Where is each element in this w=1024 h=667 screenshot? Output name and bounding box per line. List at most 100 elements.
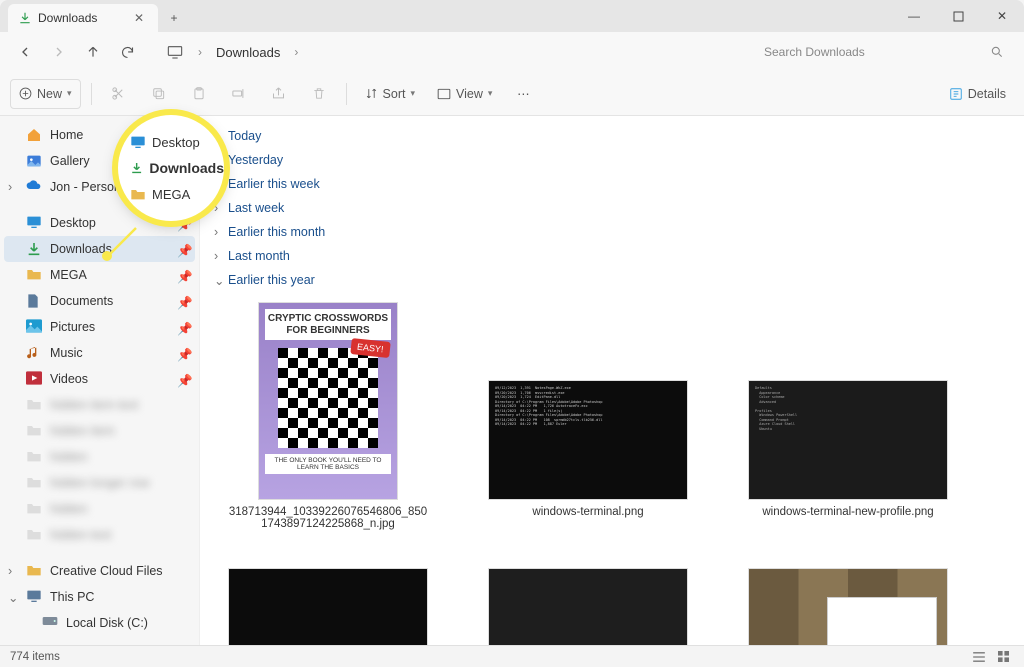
file-thumbnail: 09/12/2023 1,391 NotesPage.WkZ.exe 09/20…: [488, 380, 688, 500]
sidebar-item-hidden[interactable]: hidden text: [4, 522, 195, 548]
folder-icon: [26, 563, 42, 579]
cloud-icon: [26, 179, 42, 195]
tabs: Downloads ✕ +: [0, 0, 188, 32]
copy-button[interactable]: [142, 79, 176, 109]
sidebar-item-hidden[interactable]: hidden item: [4, 418, 195, 444]
file-item[interactable]: [488, 568, 688, 645]
group-label: Earlier this year: [228, 273, 315, 287]
callout-label: MEGA: [152, 187, 190, 202]
close-button[interactable]: ✕: [980, 0, 1024, 32]
annotation-callout: Desktop Downloads MEGA: [118, 115, 224, 221]
sidebar-item-this-pc[interactable]: ⌄ This PC: [4, 584, 195, 610]
home-icon: [26, 127, 42, 143]
group-yesterday[interactable]: ›Yesterday: [214, 148, 1010, 172]
group-label: Last month: [228, 249, 290, 263]
pin-icon: 📌: [177, 296, 187, 306]
paste-button[interactable]: [182, 79, 216, 109]
file-item[interactable]: [228, 568, 428, 645]
group-earlier-month[interactable]: › Earlier this month: [214, 220, 1010, 244]
sidebar-item-documents[interactable]: Documents 📌: [4, 288, 195, 314]
sidebar-item-label: This PC: [50, 590, 187, 604]
status-count: 774 items: [10, 651, 60, 663]
chevron-down-icon: ⌄: [214, 273, 224, 288]
sidebar-item-mega[interactable]: MEGA 📌: [4, 262, 195, 288]
cut-button[interactable]: [102, 79, 136, 109]
group-last-week[interactable]: ›Last week: [214, 196, 1010, 220]
group-label: Last week: [228, 201, 284, 215]
tab-close-icon[interactable]: ✕: [134, 11, 148, 25]
details-icon: [949, 87, 963, 101]
file-item[interactable]: Defaults Appearance Color scheme Advance…: [748, 380, 948, 530]
pc-icon[interactable]: [160, 37, 190, 67]
file-item[interactable]: CRYPTIC CROSSWORDS FOR BEGINNERS EASY! T…: [228, 302, 428, 530]
download-icon: [18, 11, 32, 25]
sidebar-item-hidden[interactable]: hidden: [4, 496, 195, 522]
sidebar-item-label: MEGA: [50, 268, 169, 282]
chevron-down-icon: ▾: [410, 88, 415, 99]
details-button[interactable]: Details: [941, 79, 1014, 109]
group-today[interactable]: ›Today: [214, 124, 1010, 148]
delete-button[interactable]: [302, 79, 336, 109]
view-label: View: [456, 87, 483, 101]
search-input[interactable]: Search Downloads: [754, 37, 1014, 67]
group-last-month[interactable]: ›Last month: [214, 244, 1010, 268]
more-button[interactable]: ⋯: [506, 79, 540, 109]
music-icon: [26, 345, 42, 361]
book-subtitle: THE ONLY BOOK YOU'LL NEED TO LEARN THE B…: [265, 454, 391, 474]
sidebar-item-downloads[interactable]: Downloads 📌: [4, 236, 195, 262]
group-label: Earlier this month: [228, 225, 325, 239]
view-list-button[interactable]: [968, 648, 990, 666]
sidebar-item-creative-cloud[interactable]: › Creative Cloud Files: [4, 558, 195, 584]
add-tab-button[interactable]: +: [160, 4, 188, 32]
refresh-button[interactable]: [112, 37, 142, 67]
sidebar-item-pictures[interactable]: Pictures 📌: [4, 314, 195, 340]
file-thumbnail: Defaults Appearance Color scheme Advance…: [748, 380, 948, 500]
chevron-right-icon: ›: [214, 225, 224, 239]
pin-icon: 📌: [177, 348, 187, 358]
forward-button[interactable]: [44, 37, 74, 67]
file-item[interactable]: 09/12/2023 1,391 NotesPage.WkZ.exe 09/20…: [488, 380, 688, 530]
view-grid-button[interactable]: [992, 648, 1014, 666]
content: ›Today ›Yesterday ›Earlier this week ›La…: [200, 116, 1024, 645]
plus-circle-icon: [19, 87, 32, 100]
maximize-button[interactable]: [936, 0, 980, 32]
details-label: Details: [968, 87, 1006, 101]
sidebar-item-hidden[interactable]: hidden longer row: [4, 470, 195, 496]
disk-icon: [42, 615, 58, 631]
share-button[interactable]: [262, 79, 296, 109]
group-earlier-week[interactable]: ›Earlier this week: [214, 172, 1010, 196]
file-name: windows-terminal.png: [532, 506, 643, 518]
back-button[interactable]: [10, 37, 40, 67]
file-name: 318713944_10339226076546806_850174389712…: [228, 506, 428, 530]
sidebar-item-hidden[interactable]: hidden: [4, 444, 195, 470]
sidebar-item-hidden[interactable]: hidden item text: [4, 392, 195, 418]
view-button[interactable]: View ▾: [429, 79, 500, 109]
breadcrumb[interactable]: Downloads: [210, 41, 286, 64]
view-icon: [437, 88, 451, 100]
chevron-down-icon: ⌄: [8, 590, 20, 605]
book-title: CRYPTIC CROSSWORDS FOR BEGINNERS: [265, 309, 391, 340]
download-icon: [26, 241, 42, 257]
sidebar-item-local-disk[interactable]: Local Disk (C:): [4, 610, 195, 636]
sidebar-item-label: Creative Cloud Files: [50, 564, 187, 578]
tab-downloads[interactable]: Downloads ✕: [8, 4, 158, 32]
chevron-down-icon: ▾: [488, 88, 493, 99]
file-item[interactable]: [748, 568, 948, 645]
group-earlier-year[interactable]: ⌄ Earlier this year: [214, 268, 1010, 292]
minimize-button[interactable]: —: [892, 0, 936, 32]
new-button[interactable]: New ▾: [10, 79, 81, 109]
sidebar-item-music[interactable]: Music 📌: [4, 340, 195, 366]
callout-row-mega: MEGA: [130, 181, 224, 207]
pictures-icon: [26, 319, 42, 335]
folder-icon: [26, 267, 42, 283]
statusbar: 774 items: [0, 645, 1024, 667]
rename-button[interactable]: [222, 79, 256, 109]
folder-icon: [26, 449, 42, 465]
sidebar-item-videos[interactable]: Videos 📌: [4, 366, 195, 392]
up-button[interactable]: [78, 37, 108, 67]
sort-button[interactable]: Sort ▾: [357, 79, 423, 109]
search-icon: [990, 45, 1004, 59]
desktop-icon: [130, 135, 146, 149]
chevron-right-icon: ›: [8, 564, 20, 578]
folder-icon: [26, 423, 42, 439]
